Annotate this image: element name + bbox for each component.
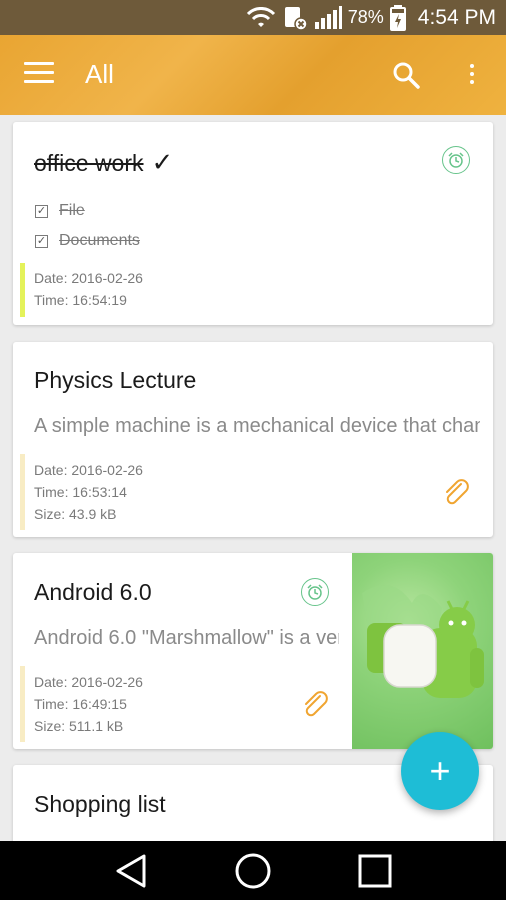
recents-icon[interactable] <box>355 851 395 891</box>
app-bar: All <box>0 35 506 115</box>
checklist-item-label: Documents <box>59 232 140 249</box>
alarm-icon <box>301 578 329 606</box>
note-meta: Date: 2016-02-26 Time: 16:49:15 Size: 51… <box>20 671 143 737</box>
note-preview: Android 6.0 "Marshmallow" is a version <box>34 627 339 649</box>
note-title: Android 6.0 <box>34 579 152 605</box>
home-icon[interactable] <box>233 851 273 891</box>
note-thumbnail-image <box>352 553 493 749</box>
note-meta: Date: 2016-02-26 Time: 16:53:14 Size: 43… <box>20 459 143 525</box>
note-time: Time: 16:53:14 <box>34 484 127 500</box>
note-card-office-work[interactable]: office work ✓ ✓ File ✓ Documents Date: 20… <box>13 122 493 325</box>
system-nav-bar <box>0 841 506 900</box>
note-meta: Date: 2016-02-26 Time: 16:54:19 <box>20 267 143 311</box>
note-title: Shopping list <box>34 791 166 817</box>
note-title: Physics Lecture <box>34 367 197 393</box>
note-size: Size: 511.1 kB <box>34 718 124 734</box>
wifi-icon <box>246 6 275 27</box>
attachment-icon <box>305 691 328 717</box>
battery-percent: 78% <box>347 7 384 27</box>
battery-charging-icon <box>389 4 406 31</box>
status-bar: 78% 4:54 PM <box>0 0 506 35</box>
add-note-fab-button[interactable]: + <box>401 732 479 810</box>
page-title: All <box>85 59 114 89</box>
status-time: 4:54 PM <box>417 5 496 29</box>
alarm-icon <box>442 146 470 174</box>
note-date: Date: 2016-02-26 <box>34 270 143 286</box>
note-title-text: office work <box>34 150 144 176</box>
sim-error-icon <box>284 6 308 31</box>
checkbox-checked-icon[interactable]: ✓ <box>35 234 48 248</box>
done-checkmark-icon: ✓ <box>151 147 174 177</box>
attachment-icon <box>446 479 469 505</box>
checklist-item-label: File <box>59 202 85 219</box>
note-time: Time: 16:54:19 <box>34 292 127 308</box>
search-icon[interactable] <box>392 61 420 89</box>
note-card-physics-lecture[interactable]: Physics Lecture A simple machine is a me… <box>13 342 493 537</box>
note-date: Date: 2016-02-26 <box>34 674 143 690</box>
back-icon[interactable] <box>111 851 151 891</box>
more-vert-icon[interactable] <box>462 61 482 89</box>
note-time: Time: 16:49:15 <box>34 696 127 712</box>
note-size: Size: 43.9 kB <box>34 506 117 522</box>
note-card-android[interactable]: Android 6.0 Android 6.0 "Marshmallow" is… <box>13 553 493 749</box>
checkbox-checked-icon[interactable]: ✓ <box>35 204 48 218</box>
signal-icon <box>314 5 342 29</box>
note-title: office work ✓ <box>34 147 173 178</box>
checklist-item[interactable]: ✓ Documents <box>35 232 140 250</box>
menu-icon[interactable] <box>24 62 54 88</box>
note-preview: A simple machine is a mechanical device … <box>34 415 480 437</box>
checklist-item[interactable]: ✓ File <box>35 202 85 220</box>
add-icon: + <box>429 750 451 791</box>
note-date: Date: 2016-02-26 <box>34 462 143 478</box>
